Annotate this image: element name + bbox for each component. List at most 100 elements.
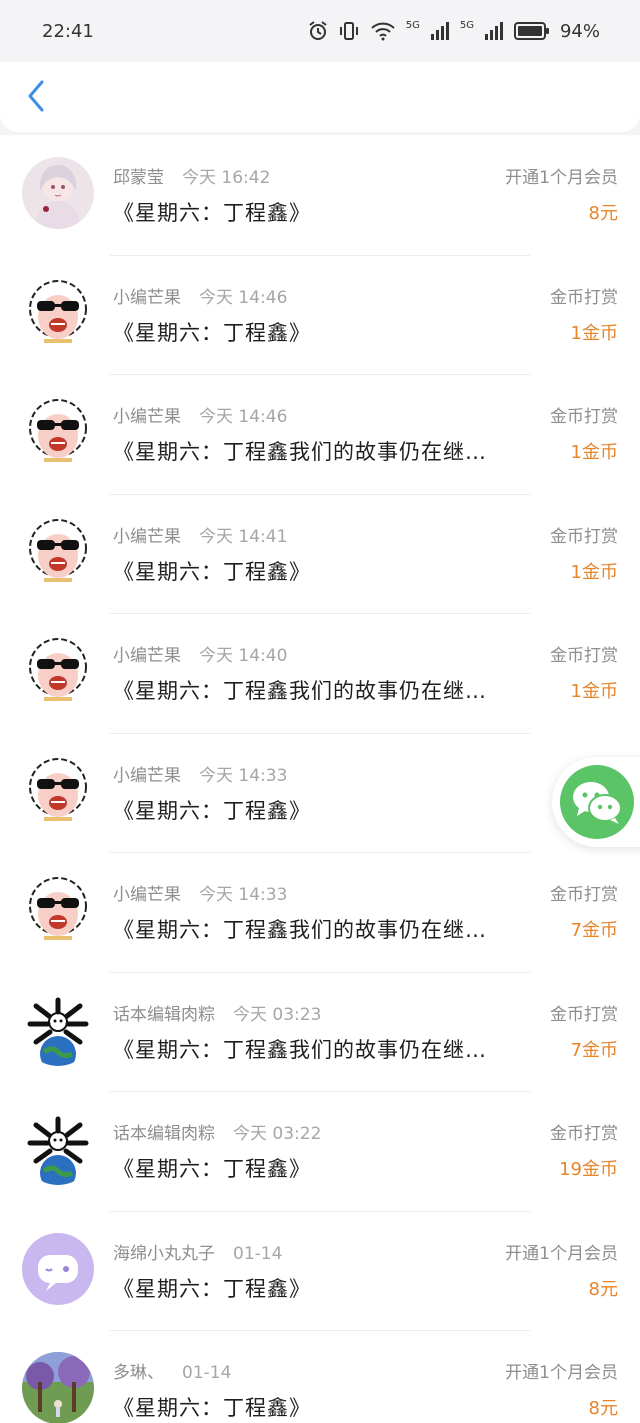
timestamp: 今天 14:46: [199, 407, 288, 427]
wifi-icon: [371, 22, 395, 41]
book-title: 《星期六：丁程鑫我们的故事仍在继…: [113, 440, 487, 464]
username: 邱蒙莹: [113, 168, 164, 188]
reward-amount: 1金币: [570, 681, 618, 702]
username: 小编芒果: [113, 646, 181, 666]
reward-type: 金币打赏: [550, 526, 618, 547]
timestamp: 今天 14:41: [199, 526, 288, 547]
reward-amount: 8元: [588, 1278, 618, 1300]
reward-type: 开通1个月会员: [505, 1243, 618, 1264]
network-label-2: 5G: [459, 19, 474, 31]
timestamp: 今天 14:33: [199, 765, 288, 786]
user-avatar[interactable]: [22, 396, 94, 468]
user-avatar[interactable]: [22, 157, 94, 229]
reward-record-row[interactable]: 小编芒果 今天 14:41 《星期六：丁程鑫》 金币打赏 1金币: [0, 493, 640, 613]
timestamp: 01-14: [233, 1243, 283, 1264]
user-line: 小编芒果 今天 14:33: [113, 761, 287, 786]
signal-icon: [430, 22, 449, 40]
reward-record-row[interactable]: 小编芒果 今天 14:46 《星期六：丁程鑫》 金币打赏 1金币: [0, 254, 640, 374]
reward-type: 金币打赏: [550, 885, 618, 905]
reward-amount: 1金币: [570, 322, 618, 344]
signal-icon-2: [484, 22, 503, 40]
user-line: 小编芒果 今天 14:46: [113, 283, 287, 308]
status-time: 22:41: [42, 20, 94, 42]
book-title: 《星期六：丁程鑫》: [113, 320, 311, 345]
book-title: 《星期六：丁程鑫我们的故事仍在继…: [113, 918, 487, 942]
user-line: 多琳、 01-14: [113, 1358, 231, 1383]
network-label-1: 5G: [405, 19, 420, 31]
book-title: 《星期六：丁程鑫》: [113, 559, 311, 584]
username: 小编芒果: [113, 287, 181, 308]
reward-type: 金币打赏: [550, 407, 618, 427]
username: 话本编辑肉粽: [113, 1124, 215, 1144]
timestamp: 01-14: [182, 1363, 232, 1383]
reward-type: 金币打赏: [550, 1124, 618, 1144]
user-line: 话本编辑肉粽 今天 03:23: [113, 1000, 321, 1025]
username: 小编芒果: [113, 885, 181, 905]
reward-record-row[interactable]: 多琳、 01-14 《星期六：丁程鑫》 开通1个月会员 8元: [0, 1330, 640, 1423]
user-avatar[interactable]: [22, 754, 94, 827]
back-button[interactable]: [18, 76, 54, 116]
user-avatar[interactable]: [22, 276, 94, 349]
reward-record-row[interactable]: 小编芒果 今天 14:40 《星期六：丁程鑫我们的故事仍在继… 金币打赏 1金币: [0, 613, 640, 733]
username: 话本编辑肉粽: [113, 1004, 215, 1025]
reward-amount: 1金币: [570, 561, 618, 583]
reward-record-row[interactable]: 海绵小丸丸子 01-14 《星期六：丁程鑫》 开通1个月会员 8元: [0, 1210, 640, 1330]
battery-level: 94%: [559, 20, 600, 42]
wechat-icon: [560, 765, 634, 839]
book-title: 《星期六：丁程鑫》: [113, 1396, 311, 1420]
status-bar: 22:41 5G 5G 94%: [0, 0, 640, 62]
reward-record-row[interactable]: 邱蒙莹 今天 16:42 《星期六：丁程鑫》 开通1个月会员 8元: [0, 135, 640, 255]
reward-type: 金币打赏: [550, 1004, 618, 1025]
user-avatar[interactable]: [22, 515, 94, 588]
reward-record-row[interactable]: 小编芒果 今天 14:33 《星期六：丁程鑫我们的故事仍在继… 金币打赏 7金币: [0, 852, 640, 972]
timestamp: 今天 14:40: [199, 646, 288, 666]
book-title: 《星期六：丁程鑫》: [113, 201, 311, 225]
alarm-icon: [309, 21, 327, 40]
username: 小编芒果: [113, 765, 181, 786]
user-avatar[interactable]: [22, 1113, 94, 1185]
reward-list: 邱蒙莹 今天 16:42 《星期六：丁程鑫》 开通1个月会员 8元 小编芒果 今天 14:…: [0, 135, 640, 1423]
username: 海绵小丸丸子: [113, 1243, 215, 1264]
user-avatar[interactable]: [22, 874, 94, 946]
chevron-left-icon: [28, 80, 44, 112]
user-avatar[interactable]: [22, 1232, 94, 1305]
reward-amount: 8元: [588, 203, 618, 224]
user-line: 小编芒果 今天 14:41: [113, 522, 287, 547]
user-avatar[interactable]: [22, 635, 94, 707]
nav-bar: [0, 62, 640, 132]
wechat-share-button[interactable]: [552, 757, 640, 847]
username: 小编芒果: [113, 526, 181, 547]
user-avatar[interactable]: [22, 993, 94, 1066]
timestamp: 今天 16:42: [182, 168, 271, 188]
book-title: 《星期六：丁程鑫我们的故事仍在继…: [113, 1037, 487, 1062]
reward-record-row[interactable]: 话本编辑肉粽 今天 03:23 《星期六：丁程鑫我们的故事仍在继… 金币打赏 7金币: [0, 971, 640, 1091]
reward-amount: 1金币: [570, 442, 618, 463]
reward-amount: 8元: [588, 1398, 618, 1419]
timestamp: 今天 03:23: [233, 1004, 322, 1025]
user-line: 话本编辑肉粽 今天 03:22: [113, 1119, 321, 1144]
username: 多琳、: [113, 1363, 164, 1383]
book-title: 《星期六：丁程鑫我们的故事仍在继…: [113, 679, 487, 703]
user-line: 海绵小丸丸子 01-14: [113, 1239, 282, 1264]
vibrate-icon: [339, 22, 358, 40]
timestamp: 今天 14:33: [199, 885, 288, 905]
reward-record-row[interactable]: 话本编辑肉粽 今天 03:22 《星期六：丁程鑫》 金币打赏 19金币: [0, 1091, 640, 1211]
reward-type: 开通1个月会员: [505, 168, 618, 188]
reward-type: 金币打赏: [550, 646, 618, 666]
reward-amount: 19金币: [559, 1159, 618, 1180]
reward-amount: 7金币: [570, 920, 618, 941]
user-line: 小编芒果 今天 14:40: [113, 641, 287, 666]
reward-record-row[interactable]: 小编芒果今天 14:33《星期六：丁程鑫》金: [0, 732, 640, 852]
user-line: 小编芒果 今天 14:33: [113, 880, 287, 905]
timestamp: 今天 03:22: [233, 1124, 322, 1144]
user-avatar[interactable]: [22, 1352, 94, 1423]
reward-record-row[interactable]: 小编芒果 今天 14:46 《星期六：丁程鑫我们的故事仍在继… 金币打赏 1金币: [0, 374, 640, 494]
book-title: 《星期六：丁程鑫》: [113, 1276, 311, 1301]
status-icons: 5G 5G 94%: [308, 19, 600, 42]
username: 小编芒果: [113, 407, 181, 427]
timestamp: 今天 14:46: [199, 287, 288, 308]
user-line: 小编芒果 今天 14:46: [113, 402, 287, 427]
user-line: 邱蒙莹 今天 16:42: [113, 163, 270, 188]
book-title: 《星期六：丁程鑫》: [113, 798, 311, 823]
battery-icon: [513, 22, 549, 40]
